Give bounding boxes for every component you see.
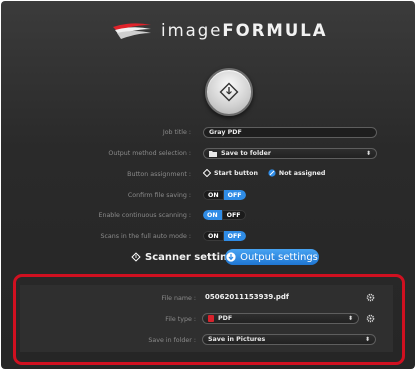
start-button-option[interactable]: Start button <box>203 169 258 177</box>
continuous-scanning-toggle[interactable]: ON OFF <box>203 210 246 220</box>
toggle-on[interactable]: ON <box>203 210 222 220</box>
start-button-option-label: Start button <box>214 169 258 177</box>
output-method-value: Save to folder <box>221 150 271 157</box>
tab-scanner-setting-label: Scanner setting <box>145 251 235 263</box>
button-assignment-label: Button assignment : <box>127 171 191 178</box>
toggle-on[interactable]: ON <box>203 190 224 200</box>
job-title-input[interactable]: Gray PDF <box>203 127 377 138</box>
not-assigned-option[interactable]: Not assigned <box>268 169 325 177</box>
diamond-radio-icon <box>203 169 211 177</box>
toggle-off[interactable]: OFF <box>221 210 246 220</box>
not-assigned-option-label: Not assigned <box>278 169 326 177</box>
tab-output-settings[interactable]: Output settings <box>225 249 319 265</box>
imageformula-logo-icon <box>113 23 151 39</box>
not-assigned-icon <box>268 169 276 177</box>
confirm-file-saving-toggle[interactable]: ON OFF <box>203 190 246 200</box>
job-title-label: Job title : <box>162 129 191 136</box>
toggle-on[interactable]: ON <box>203 231 224 241</box>
logo-text: imageFORMULA <box>161 20 328 40</box>
highlight-annotation-box <box>13 274 405 365</box>
button-assignment-options: Start button Not assigned <box>203 169 325 177</box>
tab-output-settings-label: Output settings <box>240 251 318 263</box>
confirm-file-saving-label: Confirm file saving : <box>127 192 191 199</box>
continuous-scanning-label: Enable continuous scanning : <box>98 212 191 219</box>
full-auto-mode-label: Scans in the full auto mode : <box>100 233 191 240</box>
app-logo: imageFORMULA <box>111 19 328 41</box>
toggle-off[interactable]: OFF <box>223 190 246 200</box>
tab-scanner-setting[interactable]: Scanner setting <box>125 249 240 265</box>
diamond-start-icon <box>131 252 141 262</box>
folder-icon <box>209 150 217 157</box>
full-auto-mode-toggle[interactable]: ON OFF <box>203 231 246 241</box>
select-arrows-icon: ⬍ <box>365 150 371 157</box>
toggle-off[interactable]: OFF <box>223 231 246 241</box>
start-scan-button[interactable] <box>205 68 253 116</box>
output-method-select[interactable]: Save to folder ⬍ <box>203 148 377 159</box>
download-arrow-icon <box>226 252 236 262</box>
job-title-value: Gray PDF <box>209 129 242 136</box>
output-method-label: Output method selection : <box>108 150 191 157</box>
diamond-start-icon <box>219 82 239 102</box>
